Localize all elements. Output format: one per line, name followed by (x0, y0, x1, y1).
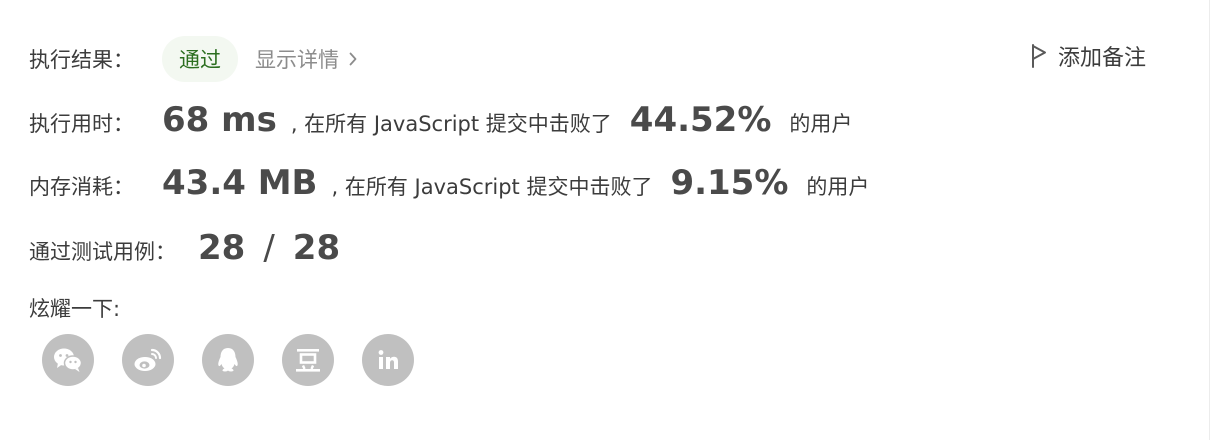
runtime-value: 68 ms (162, 100, 277, 140)
show-details-link[interactable]: 显示详情 (255, 44, 357, 74)
memory-value: 43.4 MB (162, 163, 318, 203)
memory-percent: 9.15% (670, 163, 789, 203)
tests-total: 28 (292, 228, 341, 268)
submission-result-card: 执行结果： 通过 显示详情 添加备注 执行用时： 68 ms , 在所有 Jav… (0, 0, 1210, 440)
douban-icon (296, 349, 320, 372)
result-row: 执行结果： 通过 显示详情 (29, 36, 357, 82)
linkedin-share-button[interactable] (362, 334, 414, 386)
memory-beat-text: , 在所有 JavaScript 提交中击败了 (331, 175, 653, 199)
runtime-row: 执行用时： 68 ms , 在所有 JavaScript 提交中击败了 44.5… (29, 100, 852, 140)
douban-share-button[interactable] (282, 334, 334, 386)
weibo-share-button[interactable] (122, 334, 174, 386)
linkedin-icon (378, 350, 398, 369)
chevron-right-icon (349, 52, 357, 66)
flag-icon (1032, 44, 1046, 68)
weibo-icon (134, 348, 162, 371)
runtime-percent: 44.52% (629, 100, 772, 140)
tests-separator: / (263, 228, 275, 268)
runtime-label: 执行用时： (29, 112, 134, 136)
wechat-icon (54, 348, 83, 372)
share-row: 炫耀一下: (29, 293, 120, 323)
memory-suffix: 的用户 (806, 175, 870, 199)
memory-label: 内存消耗： (29, 175, 134, 199)
add-note-label: 添加备注 (1058, 46, 1147, 71)
runtime-beat-text: , 在所有 JavaScript 提交中击败了 (290, 112, 612, 136)
share-label: 炫耀一下: (29, 297, 121, 321)
add-note-button[interactable]: 添加备注 (1030, 40, 1146, 72)
tests-passed: 28 (198, 228, 246, 268)
runtime-suffix: 的用户 (789, 112, 853, 136)
memory-row: 内存消耗： 43.4 MB , 在所有 JavaScript 提交中击败了 9.… (29, 163, 869, 203)
show-details-label: 显示详情 (255, 48, 339, 72)
result-label: 执行结果： (29, 48, 134, 72)
status-badge: 通过 (162, 36, 238, 82)
share-icons (42, 334, 442, 386)
qq-share-button[interactable] (202, 334, 254, 386)
wechat-share-button[interactable] (42, 334, 94, 386)
qq-icon (218, 348, 238, 372)
tests-row: 通过测试用例： 28 / 28 (29, 228, 340, 268)
tests-label: 通过测试用例： (29, 240, 176, 264)
